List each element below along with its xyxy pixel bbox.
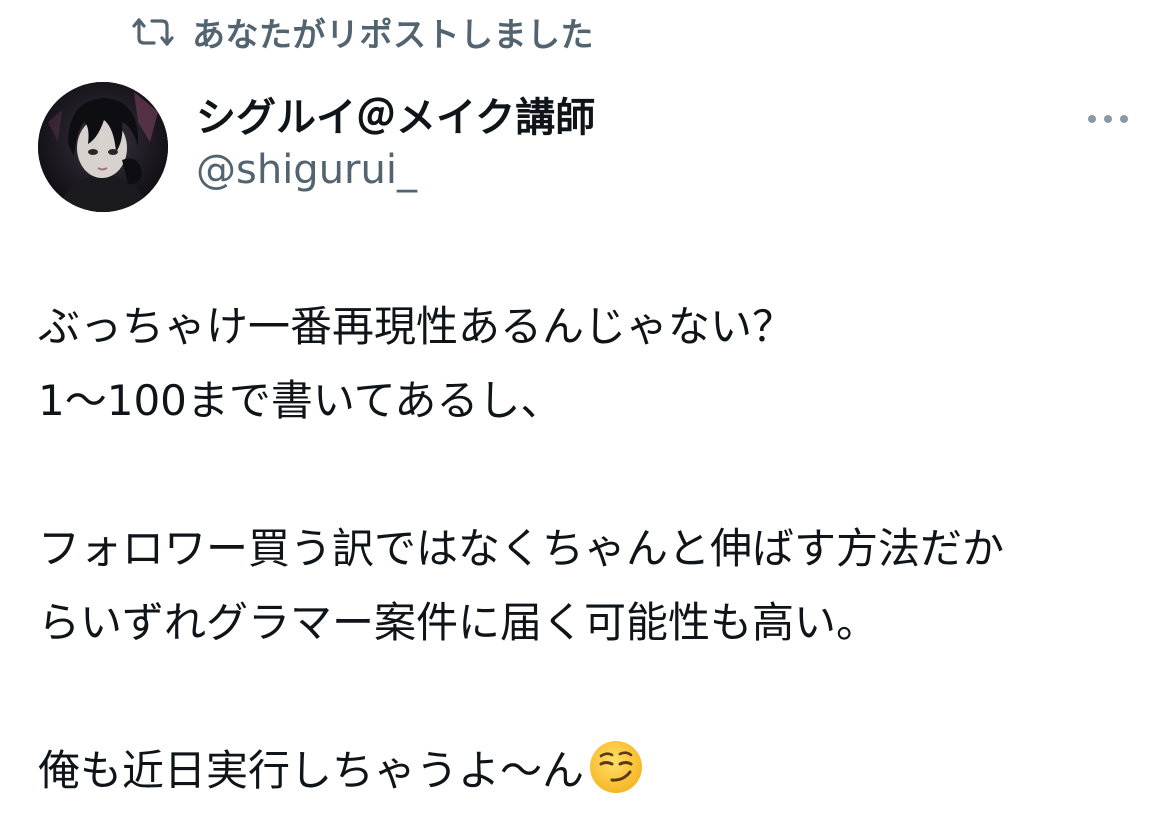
tweet-line: らいずれグラマー案件に届く可能性も高い。	[38, 598, 879, 647]
tweet-line-text: 俺も近日実行しちゃうよ〜ん	[38, 746, 585, 795]
tweet-line: ぶっちゃけ一番再現性あるんじゃない？	[38, 302, 795, 351]
author-handle[interactable]: @shigurui_	[196, 144, 595, 196]
repost-label: あなたがリポストしました	[192, 15, 594, 54]
tweet-text: ぶっちゃけ一番再現性あるんじゃない？ 1〜100まで書いてあるし、 フォロワー買…	[38, 290, 1148, 808]
tweet-line-last: 俺も近日実行しちゃうよ〜ん	[38, 734, 1148, 808]
smirking-face-emoji-icon	[588, 739, 644, 795]
repost-icon	[130, 16, 176, 48]
avatar[interactable]	[38, 82, 168, 212]
author-display-name[interactable]: シグルイ＠メイク講師	[196, 92, 595, 144]
repost-banner[interactable]: あなたがリポストしました	[130, 10, 594, 54]
tweet-line: フォロワー買う訳ではなくちゃんと伸ばす方法だか	[38, 524, 1005, 573]
author-block[interactable]: シグルイ＠メイク講師 @shigurui_	[196, 92, 595, 196]
more-options-button[interactable]	[1078, 102, 1138, 136]
more-dots-icon	[1088, 115, 1128, 123]
tweet-line: 1〜100まで書いてあるし、	[38, 376, 563, 425]
